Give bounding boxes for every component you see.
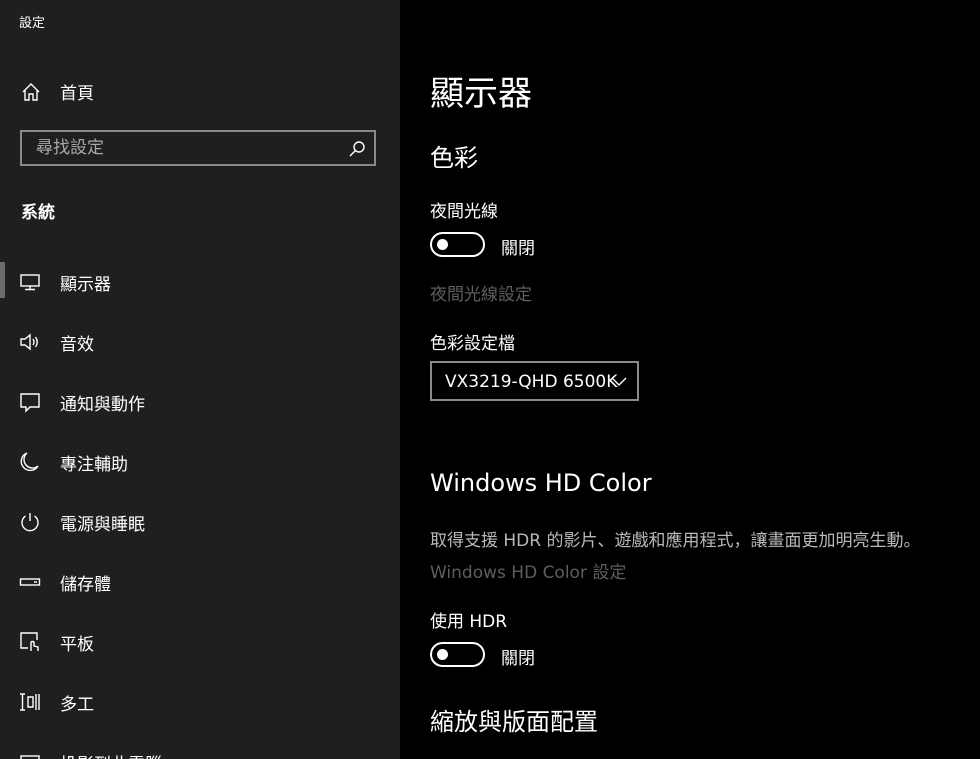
scale-layout-heading: 縮放與版面配置 — [430, 708, 598, 736]
use-hdr-state: 關閉 — [501, 649, 535, 669]
sidebar-item-label: 投影到此電腦 — [60, 750, 162, 759]
selection-indicator — [0, 262, 5, 298]
hd-color-heading: Windows HD Color — [430, 469, 652, 497]
color-profile-dropdown[interactable]: VX3219-QHD 6500K — [430, 361, 639, 401]
chevron-down-icon — [611, 377, 627, 386]
speaker-icon — [20, 333, 38, 351]
moon-icon — [20, 452, 39, 472]
night-light-settings-link[interactable]: 夜間光線設定 — [430, 280, 532, 305]
hd-color-description: 取得支援 HDR 的影片、遊戲和應用程式，讓畫面更加明亮生動。 — [430, 531, 921, 551]
night-light-toggle[interactable] — [430, 232, 485, 257]
color-profile-value: VX3219-QHD 6500K — [445, 372, 618, 392]
home-icon — [22, 83, 40, 101]
sidebar-item-power-sleep[interactable]: 電源與睡眠 — [0, 500, 400, 544]
toggle-knob — [437, 239, 448, 250]
main-content: 顯示器 色彩 夜間光線 關閉 夜間光線設定 色彩設定檔 VX3219-QHD 6… — [400, 0, 980, 759]
use-hdr-toggle[interactable] — [430, 642, 485, 667]
sidebar-item-label: 電源與睡眠 — [60, 515, 145, 535]
sidebar-item-focus-assist[interactable]: 專注輔助 — [0, 440, 400, 484]
sidebar-item-label: 顯示器 — [60, 275, 111, 295]
sidebar-item-label: 通知與動作 — [60, 395, 145, 415]
sidebar-item-tablet[interactable]: 平板 — [0, 620, 400, 664]
night-light-state: 關閉 — [501, 239, 535, 259]
search-input[interactable] — [22, 132, 356, 164]
use-hdr-label: 使用 HDR — [430, 612, 508, 632]
sidebar-item-sound[interactable]: 音效 — [0, 320, 400, 364]
sidebar-item-label: 平板 — [60, 635, 94, 655]
color-profile-label: 色彩設定檔 — [430, 334, 515, 354]
night-light-label: 夜間光線 — [430, 202, 498, 222]
search-box[interactable] — [20, 130, 376, 166]
message-icon — [20, 393, 40, 413]
page-title: 顯示器 — [430, 74, 532, 114]
sidebar-item-multitasking[interactable]: 多工 — [0, 680, 400, 724]
color-heading: 色彩 — [430, 144, 478, 172]
sidebar-item-storage[interactable]: 儲存體 — [0, 560, 400, 604]
sidebar-item-label: 儲存體 — [60, 575, 111, 595]
tablet-icon — [20, 632, 39, 651]
hd-color-settings-link[interactable]: Windows HD Color 設定 — [430, 558, 626, 583]
home-nav-item[interactable]: 首頁 — [0, 70, 400, 112]
project-icon — [20, 755, 40, 759]
storage-icon — [19, 578, 41, 586]
multitask-icon — [20, 693, 40, 711]
sidebar-item-label: 專注輔助 — [60, 455, 128, 475]
app-title: 設定 — [19, 16, 46, 31]
power-icon — [21, 513, 39, 532]
sidebar-item-label: 多工 — [60, 695, 94, 715]
section-title: 系統 — [21, 203, 55, 223]
sidebar: 設定 首頁 系統 顯示器 音效 通知與動作 專注輔助 — [0, 0, 400, 759]
search-icon[interactable] — [348, 140, 366, 158]
sidebar-item-display[interactable]: 顯示器 — [0, 260, 400, 304]
sidebar-item-project-to-pc[interactable]: 投影到此電腦 — [0, 740, 400, 759]
monitor-icon — [20, 274, 40, 291]
toggle-knob — [437, 649, 448, 660]
sidebar-item-label: 音效 — [60, 335, 94, 355]
sidebar-item-notifications[interactable]: 通知與動作 — [0, 380, 400, 424]
home-label: 首頁 — [60, 84, 94, 104]
